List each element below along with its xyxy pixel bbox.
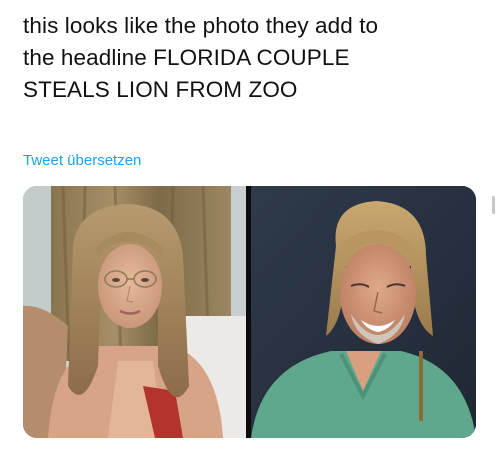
scrollbar[interactable]: [492, 196, 495, 214]
tweet-media[interactable]: [23, 186, 476, 438]
translate-tweet-link[interactable]: Tweet übersetzen: [23, 152, 141, 169]
media-photo-woman: [23, 186, 246, 438]
tweet-text: this looks like the photo they add to th…: [23, 10, 483, 106]
tweet-text-line: the headline FLORIDA COUPLE: [23, 45, 350, 70]
media-photo-man: [251, 186, 476, 438]
tweet-text-line: this looks like the photo they add to: [23, 13, 379, 38]
tweet-text-line: STEALS LION FROM ZOO: [23, 77, 298, 102]
